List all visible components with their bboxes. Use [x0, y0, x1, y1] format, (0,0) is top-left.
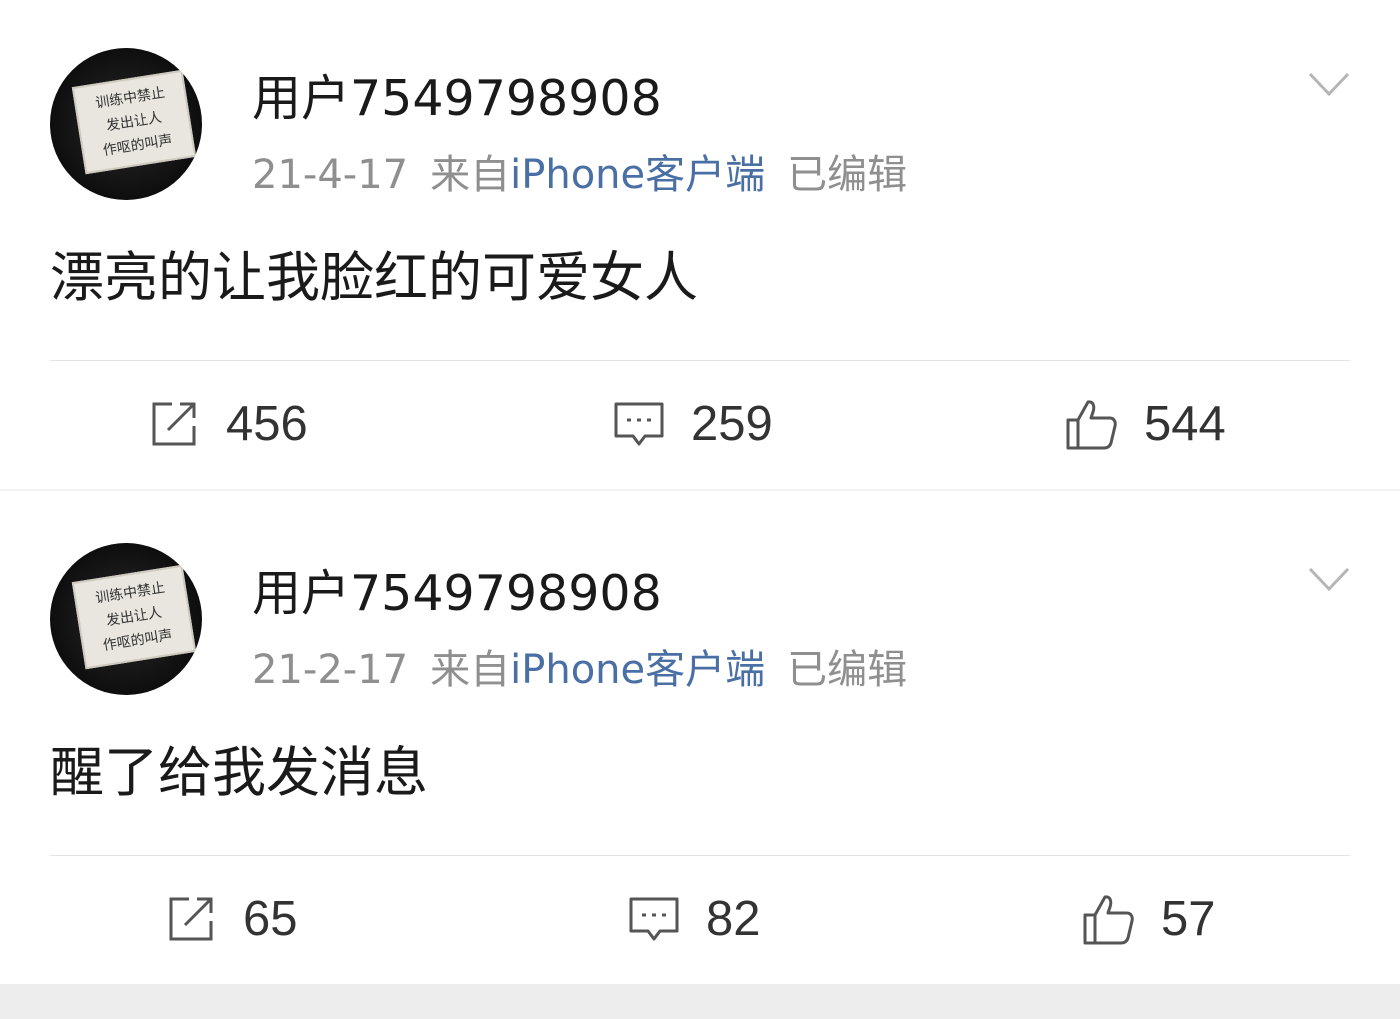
share-out-icon [169, 897, 213, 941]
repost-count: 456 [226, 397, 308, 451]
post-content: 醒了给我发消息 [50, 741, 428, 804]
avatar-sign-image: 训练中禁止 发出让人 作呕的叫声 [71, 564, 197, 670]
username[interactable]: 用户7549798908 [252, 68, 662, 130]
avatar[interactable]: 训练中禁止 发出让人 作呕的叫声 [50, 543, 202, 695]
post-date: 21-4-17 [252, 152, 409, 198]
divider [50, 855, 1350, 856]
divider [50, 360, 1350, 361]
source-link[interactable]: iPhone客户端 [510, 647, 765, 693]
post-meta: 21-2-17 来自iPhone客户端 已编辑 [252, 645, 907, 695]
thumbs-up-icon [1083, 895, 1134, 945]
source-link[interactable]: iPhone客户端 [510, 152, 765, 198]
weibo-post: 训练中禁止 发出让人 作呕的叫声 用户7549798908 21-4-17 来自i… [0, 0, 1400, 489]
comment-bubble-icon [629, 897, 679, 941]
bottom-bar [0, 984, 1400, 1019]
post-date: 21-2-17 [252, 647, 409, 693]
like-count: 57 [1161, 892, 1216, 946]
comment-button[interactable]: 82 [628, 887, 761, 951]
chevron-down-icon[interactable] [1308, 565, 1350, 595]
post-content: 漂亮的让我脸红的可爱女人 [50, 246, 698, 309]
source-prefix: 来自 [430, 152, 511, 198]
post-meta: 21-4-17 来自iPhone客户端 已编辑 [252, 150, 907, 200]
thumbs-up-icon [1066, 400, 1117, 450]
avatar[interactable]: 训练中禁止 发出让人 作呕的叫声 [50, 48, 202, 200]
edited-label: 已编辑 [787, 152, 908, 198]
comment-count: 82 [706, 892, 761, 946]
username[interactable]: 用户7549798908 [252, 563, 662, 625]
like-count: 544 [1144, 397, 1226, 451]
source-prefix: 来自 [430, 647, 511, 693]
share-out-icon [152, 402, 196, 446]
edited-label: 已编辑 [787, 647, 908, 693]
repost-button[interactable]: 456 [148, 392, 308, 456]
weibo-post: 训练中禁止 发出让人 作呕的叫声 用户7549798908 21-2-17 来自i… [0, 491, 1400, 984]
repost-button[interactable]: 65 [165, 887, 298, 951]
avatar-sign-image: 训练中禁止 发出让人 作呕的叫声 [71, 69, 197, 175]
comment-bubble-icon [614, 402, 664, 446]
like-button[interactable]: 57 [1083, 887, 1216, 951]
comment-count: 259 [691, 397, 773, 451]
repost-count: 65 [243, 892, 298, 946]
like-button[interactable]: 544 [1066, 392, 1226, 456]
chevron-down-icon[interactable] [1308, 70, 1350, 100]
comment-button[interactable]: 259 [613, 392, 773, 456]
